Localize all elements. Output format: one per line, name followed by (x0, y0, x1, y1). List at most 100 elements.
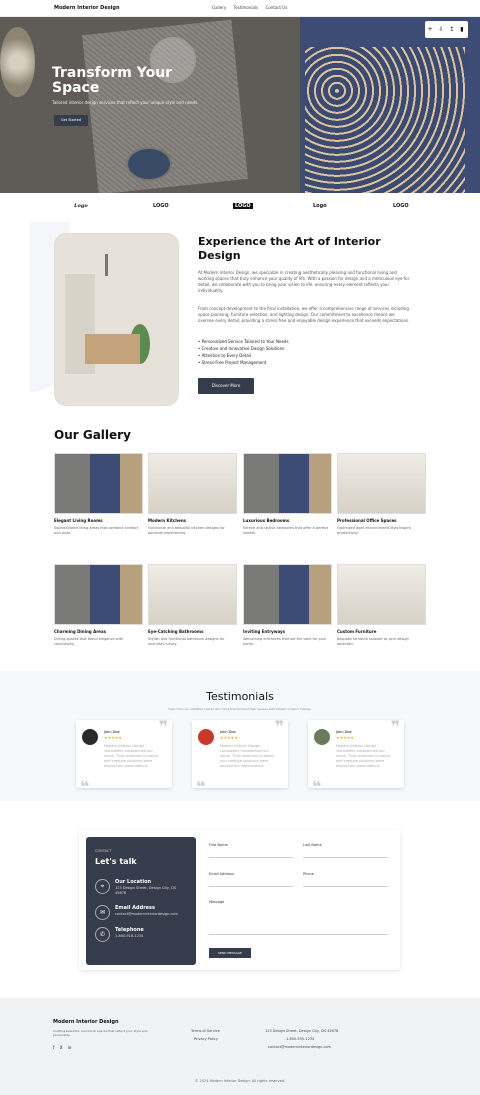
phone-icon: ✆ (95, 927, 110, 942)
gallery-card[interactable]: Charming Dining Areas Dining spaces that … (54, 564, 143, 647)
star-rating: ★★★★★ (104, 735, 122, 740)
card-desc: Stylish and functional bathroom designs … (148, 637, 225, 646)
about-title: Experience the Art of Interior Design (198, 235, 381, 262)
avatar (82, 729, 98, 745)
nav-link-contact[interactable]: Contact Us (265, 5, 287, 10)
send-message-button[interactable]: SEND MESSAGE (209, 948, 251, 958)
quote-icon: ❞ (274, 717, 284, 736)
gallery-card[interactable]: Custom Furniture Bespoke furniture tailor… (337, 564, 426, 647)
facebook-icon[interactable]: f (53, 1045, 54, 1050)
nav-links: Gallery Testimonials Contact Us (212, 5, 293, 10)
about-paragraph-1: At Modern Interior Design, we specialize… (198, 270, 410, 293)
footer-email[interactable]: contact@moderninteriordesign.com (268, 1045, 331, 1049)
card-desc: Sophisticated living areas that combine … (54, 526, 139, 535)
gallery-image (337, 564, 426, 625)
quote-icon: ❝ (196, 777, 206, 796)
partner-logo: LOGO (153, 203, 169, 209)
card-title: Luxurious Bedrooms (243, 518, 290, 523)
dried-flower (0, 27, 35, 97)
partner-logo: LOGO (233, 203, 253, 209)
hero-subtitle: Tailored interior design services that r… (52, 100, 199, 105)
privacy-link[interactable]: Privacy Policy (194, 1037, 218, 1041)
card-title: Professional Office Spaces (337, 518, 397, 523)
email-value[interactable]: contact@moderninteriordesign.com (115, 912, 187, 917)
card-title: Eye-Catching Bathrooms (148, 629, 204, 634)
phone-input[interactable] (303, 886, 388, 887)
quote-icon: ❝ (80, 777, 90, 796)
gallery-card[interactable]: Luxurious Bedrooms Serene and stylish bed… (243, 453, 332, 536)
gallery-title: Our Gallery (54, 428, 131, 442)
hero-title: Transform Your Space (52, 65, 173, 96)
partner-logo: Logo (313, 203, 327, 209)
testimonial-card: John Doe ★★★★★ Modern Interior Design co… (192, 717, 288, 796)
card-title: Inviting Entryways (243, 629, 286, 634)
linkedin-icon[interactable]: in (68, 1045, 72, 1050)
reviewer-name: John Doe (336, 730, 352, 734)
gallery-card[interactable]: Eye-Catching Bathrooms Stylish and functi… (148, 564, 237, 647)
card-desc: Serene and stylish bedrooms that offer a… (243, 526, 329, 535)
gallery-image (54, 453, 143, 514)
testimonial-text: Modern Interior Design completely transf… (220, 744, 274, 768)
message-textarea[interactable] (209, 934, 388, 935)
terms-link[interactable]: Terms of Service (191, 1029, 220, 1033)
card-title: Custom Furniture (337, 629, 377, 634)
brand-logo[interactable]: Modern Interior Design (54, 5, 120, 11)
card-title: Modern Kitchens (148, 518, 187, 523)
top-nav: Modern Interior Design Gallery Testimoni… (0, 0, 480, 17)
email-title: Email Address (115, 905, 156, 911)
copyright: © 2024 Modern Interior Design. All right… (194, 1079, 286, 1083)
card-title: Charming Dining Areas (54, 629, 106, 634)
about-paragraph-2: From concept development to the final in… (198, 306, 410, 323)
ceramic-plate (126, 147, 172, 181)
avatar (314, 729, 330, 745)
reviewer-name: John Doe (220, 730, 236, 734)
testimonials-subtitle: Hear from our satisfied clients who have… (168, 707, 312, 711)
list-item: Attention to Every Detail (198, 352, 289, 359)
partner-logo: Logo (74, 203, 88, 209)
logo-strip: Logo LOGO LOGO Logo LOGO (0, 197, 480, 219)
card-desc: Dining spaces that blend elegance with c… (54, 637, 124, 646)
first-name-input[interactable] (209, 857, 293, 858)
gallery-image (337, 453, 426, 514)
card-desc: Welcoming entrances that set the tone fo… (243, 637, 327, 646)
quote-icon: ❝ (312, 777, 322, 796)
gallery-image (54, 564, 143, 625)
list-item: Creative and Innovative Design Solutions (198, 345, 289, 352)
get-started-button[interactable]: Get Started (54, 115, 88, 126)
phone-label: Phone (303, 872, 314, 876)
gallery-card[interactable]: Modern Kitchens Functional and beautiful … (148, 453, 237, 536)
telephone-title: Telephone (115, 927, 144, 933)
list-item: Stress-Free Project Management (198, 359, 289, 366)
quote-icon: ❞ (158, 717, 168, 736)
media-toolbar[interactable]: + ⇩ ↥ ▮ (425, 21, 468, 38)
avatar (198, 729, 214, 745)
interior-sketch-image (54, 233, 179, 406)
gallery-card[interactable]: Inviting Entryways Welcoming entrances th… (243, 564, 332, 647)
discover-more-button[interactable]: Discover More (198, 378, 254, 394)
nav-link-gallery[interactable]: Gallery (212, 5, 226, 10)
reviewer-name: John Doe (104, 730, 120, 734)
feature-list: Personalized Service Tailored to Your Ne… (198, 338, 289, 366)
gallery-card[interactable]: Professional Office Spaces Optimized work… (337, 453, 426, 536)
location-value: 123 Design Street, Design City, DS 45678 (115, 886, 177, 895)
telephone-value[interactable]: 1-800-918-1234 (115, 934, 187, 939)
list-item: Personalized Service Tailored to Your Ne… (198, 338, 289, 345)
testimonial-card: John Doe ★★★★★ Modern Interior Design co… (308, 717, 404, 796)
location-icon: ⌖ (95, 879, 110, 894)
location-title: Our Location (115, 879, 152, 885)
footer-brand: Modern Interior Design (53, 1019, 119, 1025)
card-title: Elegant Living Rooms (54, 518, 103, 523)
contact-kicker: CONTACT (95, 849, 112, 853)
email-label: Email Address (209, 872, 234, 876)
gallery-image (243, 564, 332, 625)
testimonials-title: Testimonials (206, 690, 274, 703)
testimonial-card: John Doe ★★★★★ Modern Interior Design co… (76, 717, 172, 796)
last-name-input[interactable] (303, 857, 388, 858)
message-label: Message (209, 900, 225, 904)
gallery-card[interactable]: Elegant Living Rooms Sophisticated living… (54, 453, 143, 536)
x-icon[interactable]: X (60, 1045, 63, 1050)
nav-link-testimonials[interactable]: Testimonials (234, 5, 259, 10)
email-input[interactable] (209, 886, 293, 887)
footer-address: 123 Design Street, Design City, DS 45678 (265, 1029, 339, 1033)
testimonial-text: Modern Interior Design completely transf… (336, 744, 390, 768)
